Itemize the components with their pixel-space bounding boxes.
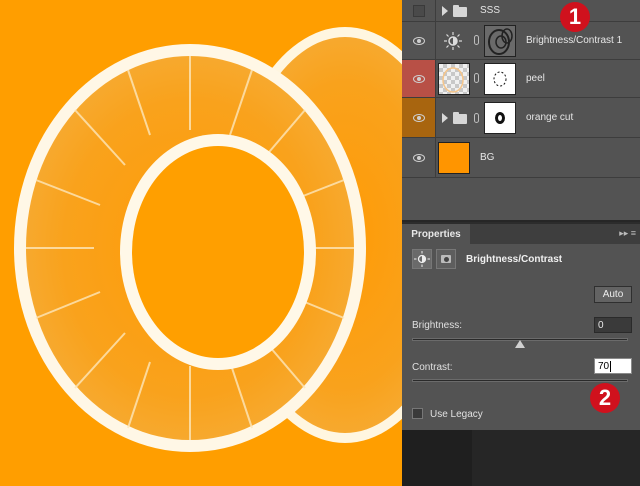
link-chain-icon[interactable] bbox=[474, 73, 479, 83]
layer-name: orange cut bbox=[526, 112, 574, 123]
mask-preview-icon bbox=[495, 112, 505, 124]
layer-mask-thumbnail[interactable] bbox=[484, 63, 516, 95]
brightness-slider-thumb[interactable] bbox=[515, 340, 525, 348]
use-legacy-label: Use Legacy bbox=[430, 409, 483, 420]
expand-arrow-icon[interactable] bbox=[442, 113, 448, 123]
eye-icon bbox=[412, 74, 425, 83]
auto-button[interactable]: Auto bbox=[594, 286, 632, 303]
layer-thumbnail[interactable] bbox=[438, 63, 470, 95]
expand-arrow-icon[interactable] bbox=[442, 6, 448, 16]
folder-icon bbox=[453, 112, 467, 124]
brightness-input[interactable]: 0 bbox=[594, 317, 632, 333]
layer-row-orange-cut[interactable]: orange cut bbox=[402, 98, 640, 138]
mask-preview-icon bbox=[493, 71, 507, 87]
visibility-toggle[interactable] bbox=[402, 98, 436, 137]
orange-slice-artwork bbox=[14, 27, 402, 452]
mask-preview-icon bbox=[488, 28, 513, 55]
layer-row-sss[interactable]: SSS bbox=[402, 0, 640, 22]
properties-tab-bar: Properties ▸▸ ≡ bbox=[402, 224, 640, 244]
contrast-slider-track[interactable] bbox=[412, 379, 628, 382]
layer-mask-button[interactable] bbox=[436, 249, 456, 269]
brightness-icon bbox=[414, 251, 430, 267]
layer-name: peel bbox=[526, 73, 545, 84]
adjustment-type-button[interactable] bbox=[412, 249, 432, 269]
visibility-toggle[interactable] bbox=[402, 22, 436, 59]
link-chain-icon[interactable] bbox=[474, 35, 479, 45]
contrast-label: Contrast: bbox=[412, 362, 453, 373]
eye-icon bbox=[412, 153, 425, 162]
use-legacy-checkbox[interactable] bbox=[412, 408, 423, 419]
layer-row-bg[interactable]: BG bbox=[402, 138, 640, 178]
visibility-off-icon bbox=[412, 4, 425, 17]
eye-icon bbox=[412, 36, 425, 45]
mask-icon bbox=[441, 255, 451, 263]
visibility-toggle[interactable] bbox=[402, 138, 436, 177]
layer-thumbnail[interactable] bbox=[438, 142, 470, 174]
annotation-badge-2: 2 bbox=[590, 383, 620, 413]
link-chain-icon[interactable] bbox=[474, 113, 479, 123]
visibility-toggle[interactable] bbox=[402, 60, 436, 97]
brightness-label: Brightness: bbox=[412, 320, 463, 331]
annotation-badge-1: 1 bbox=[560, 2, 590, 32]
tab-properties[interactable]: Properties bbox=[402, 224, 470, 244]
workspace-background bbox=[402, 430, 472, 486]
layer-name: BG bbox=[480, 152, 495, 163]
document-canvas[interactable] bbox=[0, 0, 402, 486]
peel-preview-icon bbox=[442, 67, 464, 93]
layer-mask-thumbnail[interactable] bbox=[484, 102, 516, 134]
panel-menu-icon[interactable]: ▸▸ ≡ bbox=[619, 228, 636, 239]
folder-icon bbox=[453, 5, 467, 17]
layer-row-brightness-contrast[interactable]: Brightness/Contrast 1 bbox=[402, 22, 640, 60]
layer-mask-thumbnail[interactable] bbox=[484, 25, 516, 57]
layer-row-peel[interactable]: peel bbox=[402, 60, 640, 98]
layers-panel: SSS Brightness/Contrast 1 peel orange cu… bbox=[402, 0, 640, 220]
contrast-value-text: 70 bbox=[598, 360, 610, 372]
eye-icon bbox=[412, 113, 425, 122]
text-cursor bbox=[610, 360, 612, 372]
brightness-adjustment-icon bbox=[444, 32, 462, 50]
adjustment-title: Brightness/Contrast bbox=[466, 254, 563, 265]
contrast-input[interactable]: 70 bbox=[594, 358, 632, 374]
layer-name: SSS bbox=[480, 5, 501, 16]
visibility-toggle[interactable] bbox=[402, 0, 436, 21]
